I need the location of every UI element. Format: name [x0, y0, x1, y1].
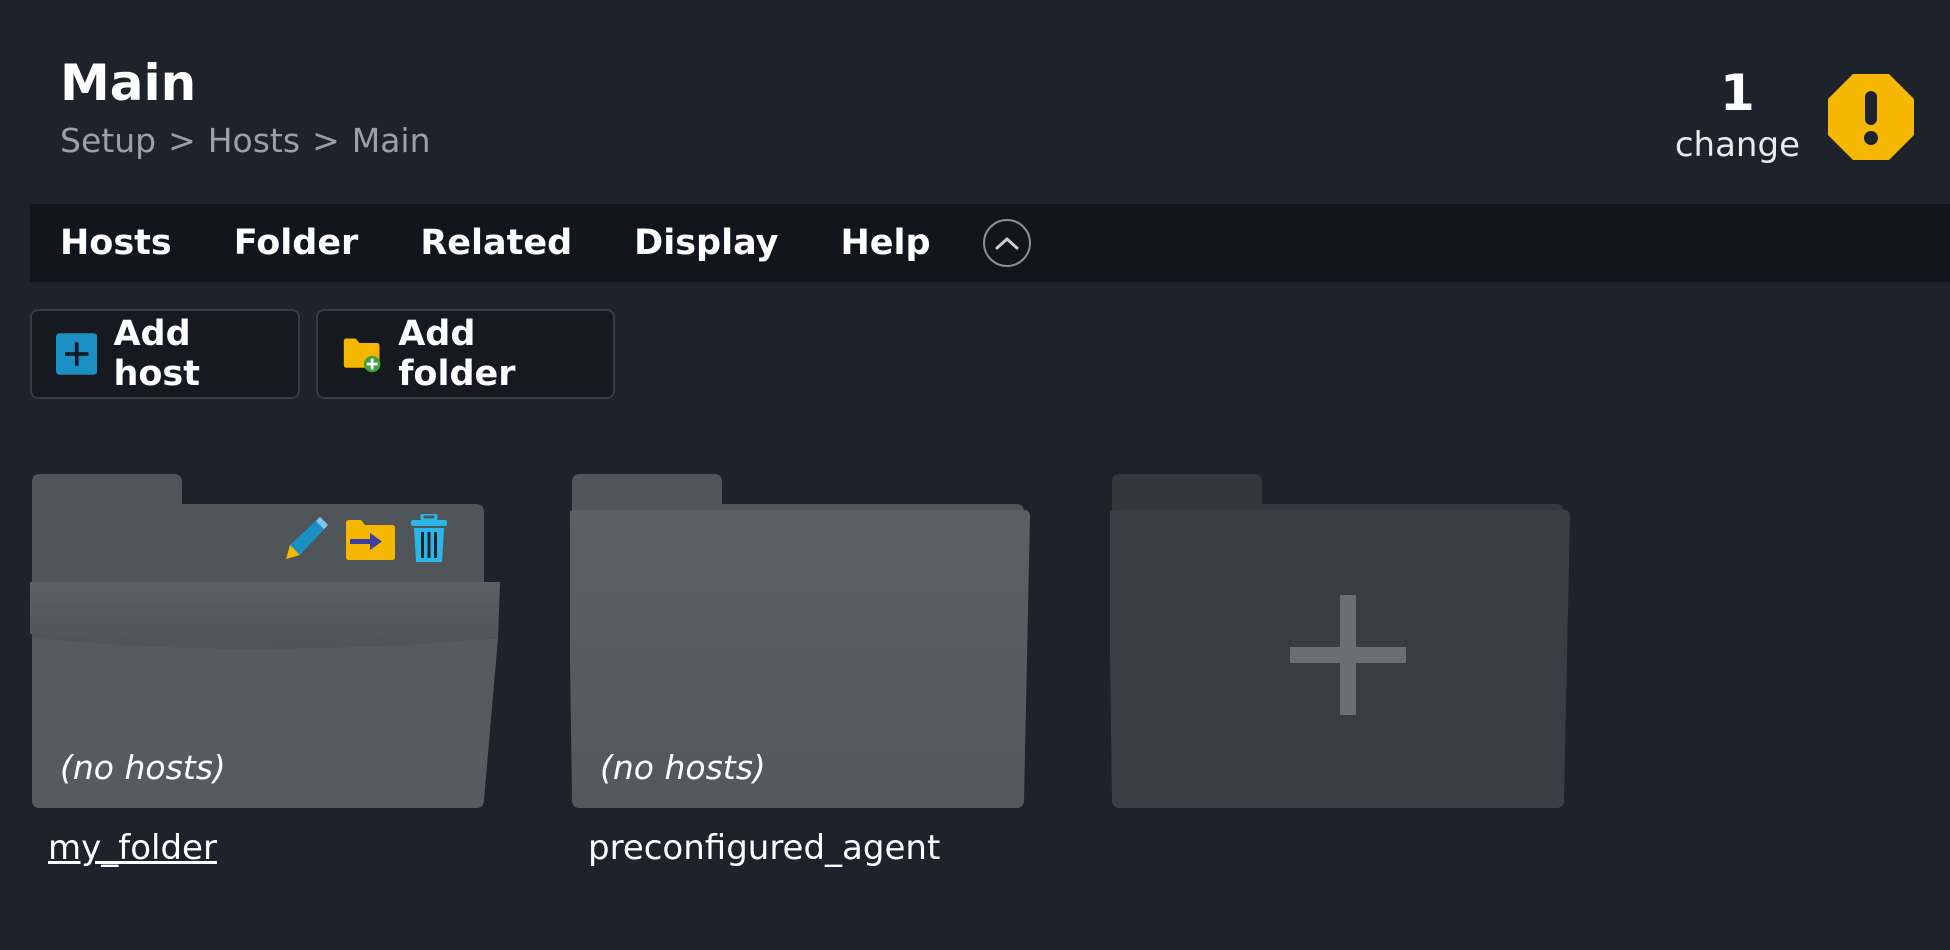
menu-display[interactable]: Display [634, 223, 778, 263]
menu-help[interactable]: Help [840, 223, 930, 263]
plus-icon[interactable] [1290, 595, 1406, 715]
breadcrumb-hosts[interactable]: Hosts [208, 124, 300, 157]
move-icon[interactable] [344, 517, 396, 561]
breadcrumb: Setup > Hosts > Main [60, 124, 431, 157]
pending-changes[interactable]: 1 change [1675, 68, 1800, 162]
breadcrumb-setup[interactable]: Setup [60, 124, 156, 157]
plus-square-icon [56, 333, 98, 375]
folder-hosts-count: (no hosts) [600, 748, 766, 787]
add-folder-label: Add folder [398, 314, 516, 394]
delete-icon[interactable] [410, 514, 448, 564]
breadcrumb-separator: > [312, 121, 340, 160]
page-header: Main Setup > Hosts > Main [60, 58, 431, 157]
folder-name-link[interactable]: preconfigured_agent [588, 828, 940, 868]
page-title: Main [60, 54, 197, 112]
folder-card-preconfigured-agent[interactable]: (no hosts) preconfigured_agent [570, 470, 1040, 870]
folder-name-link[interactable]: my_folder [48, 828, 217, 868]
menu-bar: Hosts Folder Related Display Help [30, 204, 1950, 282]
exclamation-icon[interactable] [1828, 74, 1914, 160]
changes-label: change [1674, 125, 1800, 165]
changes-count: 1 [1720, 64, 1755, 122]
chevron-up-icon [995, 237, 1019, 250]
folder-tools [282, 514, 448, 564]
folder-grid: (no hosts) my_folder (no hosts) preconfi… [0, 470, 1950, 890]
breadcrumb-main[interactable]: Main [352, 124, 431, 157]
breadcrumb-separator: > [168, 121, 196, 160]
add-folder-button[interactable]: Add folder [316, 309, 615, 399]
add-host-label: Add host [113, 314, 200, 394]
action-buttons: Add host Add folder [30, 309, 615, 399]
folder-add-icon [343, 338, 381, 373]
add-host-button[interactable]: Add host [30, 309, 300, 399]
folder-card-my-folder[interactable]: (no hosts) my_folder [30, 470, 500, 870]
edit-icon[interactable] [282, 515, 330, 563]
folder-hosts-count: (no hosts) [60, 748, 226, 787]
menu-hosts[interactable]: Hosts [60, 223, 172, 263]
collapse-menu-button[interactable] [982, 219, 1031, 267]
menu-related[interactable]: Related [420, 223, 572, 263]
new-folder-card[interactable] [1110, 470, 1580, 870]
menu-folder[interactable]: Folder [234, 223, 359, 263]
